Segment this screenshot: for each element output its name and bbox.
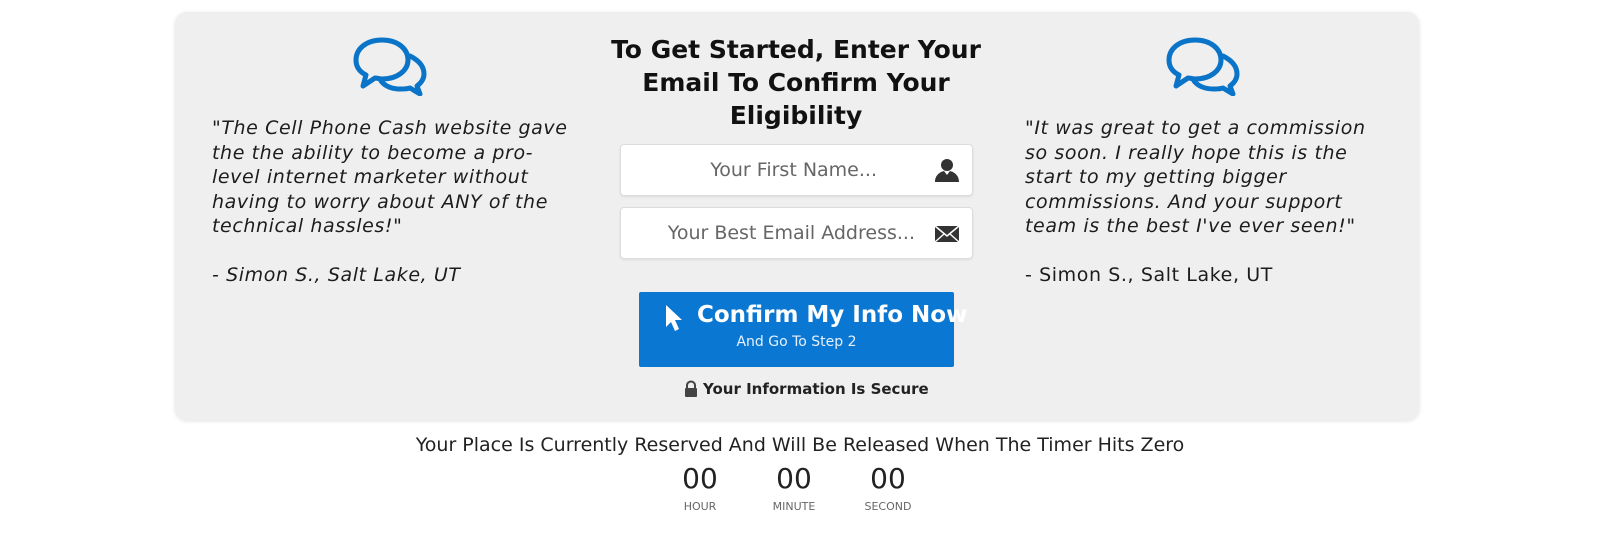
timer-hours: 00 HOUR bbox=[665, 462, 735, 513]
timer-seconds-label: SECOND bbox=[864, 500, 912, 513]
testimonial-quote: "The Cell Phone Cash website gave the th… bbox=[212, 117, 568, 237]
timer-seconds: 00 SECOND bbox=[853, 462, 923, 513]
chat-bubbles-icon bbox=[353, 37, 427, 96]
testimonial-left: "The Cell Phone Cash website gave the th… bbox=[212, 116, 572, 287]
first-name-input[interactable] bbox=[621, 145, 877, 195]
timer-seconds-value: 00 bbox=[870, 462, 906, 495]
testimonial-quote: "It was great to get a commission so soo… bbox=[1025, 117, 1366, 237]
cta-sub-label: And Go To Step 2 bbox=[736, 334, 857, 350]
secure-text: Your Information Is Secure bbox=[703, 380, 929, 398]
cta-main-label: Confirm My Info Now bbox=[697, 302, 968, 328]
timer-headline: Your Place Is Currently Reserved And Wil… bbox=[415, 434, 1185, 456]
confirm-info-button[interactable]: Confirm My Info Now And Go To Step 2 bbox=[639, 292, 968, 367]
testimonial-author: - Simon S., Salt Lake, UT bbox=[1025, 263, 1273, 286]
timer-hours-value: 00 bbox=[682, 462, 718, 495]
timer-minutes-value: 00 bbox=[776, 462, 812, 495]
first-name-field[interactable] bbox=[620, 144, 973, 196]
user-icon bbox=[935, 159, 959, 182]
testimonial-author: - Simon S., Salt Lake, UT bbox=[212, 263, 461, 286]
testimonial-right: "It was great to get a commission so soo… bbox=[1025, 116, 1385, 287]
form-headline: To Get Started, Enter Your Email To Conf… bbox=[611, 35, 981, 130]
timer-minutes-label: MINUTE bbox=[772, 500, 816, 513]
timer-hours-label: HOUR bbox=[683, 500, 717, 513]
envelope-icon bbox=[934, 225, 960, 243]
cursor-pointer-icon bbox=[666, 305, 682, 331]
email-input[interactable] bbox=[621, 208, 915, 258]
chat-bubbles-icon bbox=[1166, 37, 1240, 96]
secure-notice: Your Information Is Secure bbox=[683, 378, 929, 400]
lock-icon bbox=[685, 380, 697, 397]
timer-minutes: 00 MINUTE bbox=[759, 462, 829, 513]
email-field[interactable] bbox=[620, 207, 973, 259]
